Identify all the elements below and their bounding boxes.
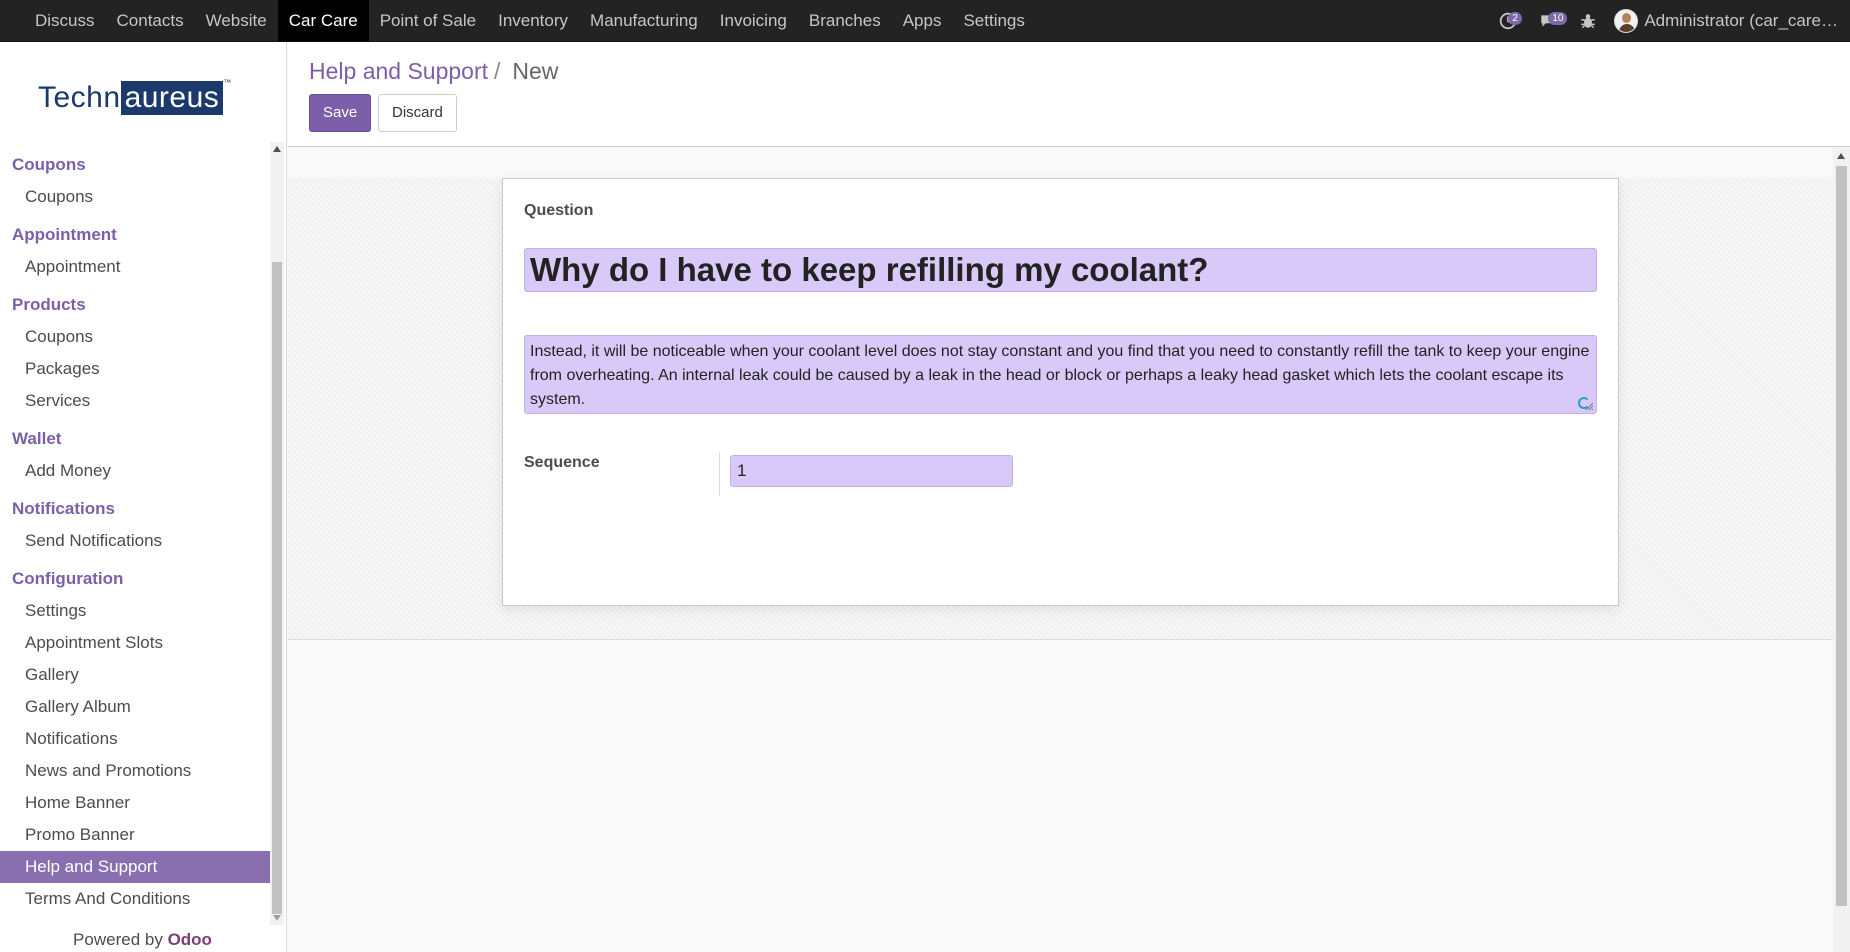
menu-item-branches[interactable]: Branches: [798, 0, 892, 41]
powered-by-text: Powered by: [73, 930, 163, 949]
bug-icon: [1581, 13, 1596, 28]
sidebar-section-wallet[interactable]: Wallet: [0, 423, 270, 455]
question-input[interactable]: Why do I have to keep refilling my coola…: [524, 248, 1597, 292]
sidebar-item-add-money[interactable]: Add Money: [0, 455, 270, 487]
field-divider: [719, 452, 720, 496]
avatar: [1614, 8, 1639, 33]
top-navbar: Discuss Contacts Website Car Care Point of S…: [0, 0, 1850, 42]
breadcrumb-parent-link[interactable]: Help and Support: [309, 58, 488, 85]
control-panel: Help and Support / New Save Discard: [288, 42, 1850, 147]
company-logo: Techn aureus ™: [38, 70, 253, 126]
sequence-label: Sequence: [524, 454, 600, 471]
sidebar-item-appointment[interactable]: Appointment: [0, 251, 270, 283]
form-sheet: Question Why do I have to keep refilling…: [502, 178, 1619, 606]
menu-item-contacts[interactable]: Contacts: [106, 0, 195, 41]
sidebar-item-terms-and-conditions[interactable]: Terms And Conditions: [0, 883, 270, 915]
sidebar-section-appointment[interactable]: Appointment: [0, 219, 270, 251]
scroll-down-arrow-icon[interactable]: [273, 915, 281, 921]
answer-text: Instead, it will be noticeable when your…: [530, 343, 1590, 408]
sidebar-section-coupons[interactable]: Coupons: [0, 149, 270, 181]
app-menu: Discuss Contacts Website Car Care Point of S…: [24, 0, 1036, 41]
sidebar: Techn aureus ™ Coupons Coupons Appointment…: [0, 42, 287, 952]
sidebar-item-coupons[interactable]: Coupons: [0, 321, 270, 353]
scroll-up-arrow-icon[interactable]: [273, 146, 281, 152]
sidebar-item-notifications[interactable]: Notifications: [0, 723, 270, 755]
answer-textarea[interactable]: Instead, it will be noticeable when your…: [524, 335, 1597, 414]
activities-button[interactable]: 2: [1488, 0, 1528, 41]
odoo-link[interactable]: Odoo: [168, 930, 212, 949]
sidebar-section-products[interactable]: Products: [0, 289, 270, 321]
menu-item-point-of-sale[interactable]: Point of Sale: [369, 0, 487, 41]
sidebar-item-gallery[interactable]: Gallery: [0, 659, 270, 691]
menu-item-invoicing[interactable]: Invoicing: [709, 0, 798, 41]
sidebar-item-home-banner[interactable]: Home Banner: [0, 787, 270, 819]
powered-by: Powered by Odoo: [0, 930, 285, 950]
sidebar-item-appointment-slots[interactable]: Appointment Slots: [0, 627, 270, 659]
logo-trademark: ™: [223, 78, 232, 87]
sidebar-item-services[interactable]: Services: [0, 385, 270, 417]
sidebar-menu: Coupons Coupons Appointment Appointment Prod…: [0, 142, 270, 922]
sidebar-section-notifications[interactable]: Notifications: [0, 493, 270, 525]
sidebar-item-news-and-promotions[interactable]: News and Promotions: [0, 755, 270, 787]
scroll-up-arrow-icon[interactable]: [1837, 153, 1845, 159]
sequence-input[interactable]: 1: [730, 455, 1013, 487]
menu-item-discuss[interactable]: Discuss: [24, 0, 106, 41]
sidebar-item-packages[interactable]: Packages: [0, 353, 270, 385]
menu-item-apps[interactable]: Apps: [892, 0, 953, 41]
sidebar-item-settings[interactable]: Settings: [0, 595, 270, 627]
messages-button[interactable]: 10: [1528, 0, 1568, 41]
logo-text-part2: aureus: [120, 81, 224, 115]
sidebar-section-configuration[interactable]: Configuration: [0, 563, 270, 595]
resize-grip-icon[interactable]: [1584, 401, 1594, 411]
menu-item-settings[interactable]: Settings: [952, 0, 1035, 41]
breadcrumb-separator: /: [494, 58, 501, 84]
menu-item-manufacturing[interactable]: Manufacturing: [579, 0, 709, 41]
user-menu[interactable]: Administrator (car_care…: [1608, 8, 1850, 33]
breadcrumb-current: New: [512, 58, 559, 84]
messages-count-badge: 10: [1548, 12, 1568, 25]
activities-count-badge: 2: [1508, 12, 1522, 25]
logo-text-part1: Techn: [38, 81, 121, 114]
user-name: Administrator (car_care…: [1644, 10, 1838, 30]
sidebar-item-send-notifications[interactable]: Send Notifications: [0, 525, 270, 557]
question-label: Question: [524, 202, 594, 219]
sidebar-item-gallery-album[interactable]: Gallery Album: [0, 691, 270, 723]
sidebar-item-help-and-support[interactable]: Help and Support: [0, 851, 270, 883]
discard-button[interactable]: Discard: [378, 94, 457, 132]
menu-item-car-care[interactable]: Car Care: [277, 0, 369, 41]
form-view: Question Why do I have to keep refilling…: [288, 148, 1833, 952]
sidebar-scrollbar[interactable]: [270, 142, 284, 925]
scrollbar-thumb[interactable]: [1836, 166, 1847, 906]
debug-button[interactable]: [1568, 0, 1608, 41]
main-scrollbar[interactable]: [1833, 148, 1850, 952]
save-button[interactable]: Save: [309, 94, 372, 132]
breadcrumb: Help and Support / New: [309, 58, 558, 85]
sidebar-item-coupons[interactable]: Coupons: [0, 181, 270, 213]
menu-item-inventory[interactable]: Inventory: [487, 0, 579, 41]
systray: 2 10 Administrator (car_care…: [1488, 0, 1850, 41]
scrollbar-thumb[interactable]: [272, 262, 282, 914]
menu-item-website[interactable]: Website: [195, 0, 278, 41]
sidebar-item-promo-banner[interactable]: Promo Banner: [0, 819, 270, 851]
